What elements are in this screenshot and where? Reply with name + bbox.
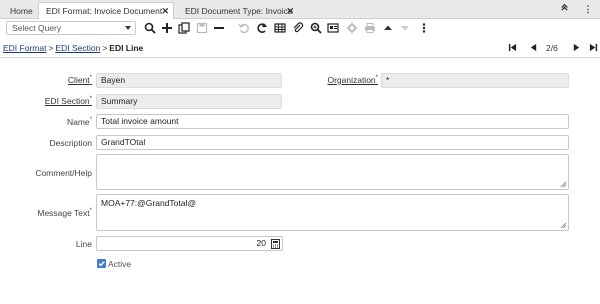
tab-edi-document-type[interactable]: EDI Document Type: Invoice ✕ <box>177 2 299 19</box>
resize-grip-icon[interactable] <box>560 181 567 188</box>
next-record-icon[interactable] <box>399 22 411 34</box>
copy-record-icon[interactable] <box>178 22 190 34</box>
breadcrumb-separator: > <box>102 43 108 53</box>
save-icon[interactable] <box>196 22 208 34</box>
comment-help-field[interactable] <box>96 154 569 190</box>
next-icon[interactable] <box>572 43 581 53</box>
line-value: 20 <box>256 238 266 248</box>
first-record-icon[interactable] <box>508 43 517 53</box>
attachment-icon[interactable] <box>292 22 304 34</box>
organization-field[interactable]: * <box>381 73 569 88</box>
close-icon[interactable]: ✕ <box>286 3 294 19</box>
organization-value: * <box>386 75 390 85</box>
tab-edi-format-label: EDI Format: Invoice Document <box>46 6 163 16</box>
organization-label[interactable]: Organization* <box>327 75 378 85</box>
undo-icon[interactable] <box>238 22 250 34</box>
name-field[interactable]: Total invoice amount <box>96 114 569 129</box>
delete-icon[interactable] <box>213 22 225 34</box>
last-record-icon[interactable] <box>589 43 598 53</box>
divider <box>0 57 600 58</box>
refresh-icon[interactable] <box>256 22 268 34</box>
tab-home[interactable]: Home <box>2 2 36 19</box>
line-field[interactable]: 20 <box>96 236 283 251</box>
previous-icon[interactable] <box>529 43 538 53</box>
tab-edi-document-type-label: EDI Document Type: Invoice <box>185 6 293 16</box>
record-count: 2/6 <box>546 43 558 53</box>
edi-section-label[interactable]: EDI Section* <box>45 96 92 106</box>
description-value: GrandTOtal <box>101 137 146 147</box>
client-value: Bayen <box>101 75 126 85</box>
report-icon[interactable] <box>327 22 339 34</box>
collapse-icon[interactable] <box>552 0 576 19</box>
breadcrumb-edi-section[interactable]: EDI Section <box>55 43 100 53</box>
description-label: Description <box>49 138 92 148</box>
name-value: Total invoice amount <box>101 116 179 126</box>
comment-help-label: Comment/Help <box>35 168 92 178</box>
more-icon[interactable] <box>418 22 430 34</box>
message-text-field[interactable]: MOA+77:@GrandTotal@ <box>96 194 569 231</box>
chevron-down-icon <box>125 26 131 30</box>
tab-home-label: Home <box>10 6 33 16</box>
previous-record-icon[interactable] <box>382 22 394 34</box>
name-label: Name* <box>66 117 92 127</box>
active-checkbox[interactable] <box>97 259 106 268</box>
close-icon[interactable]: ✕ <box>161 3 169 19</box>
client-field[interactable]: Bayen <box>96 73 282 88</box>
process-icon[interactable] <box>346 22 358 34</box>
client-label[interactable]: Client* <box>68 75 92 85</box>
message-text-label: Message Text* <box>37 208 92 218</box>
breadcrumb-edi-format[interactable]: EDI Format <box>3 43 46 53</box>
resize-grip-icon[interactable] <box>560 222 567 229</box>
new-record-icon[interactable] <box>161 22 173 34</box>
query-placeholder: Select Query <box>12 23 62 33</box>
toolbar: Select Query <box>0 19 600 38</box>
calculator-icon[interactable] <box>271 239 280 249</box>
grid-toggle-icon[interactable] <box>274 22 286 34</box>
line-label: Line <box>75 239 92 249</box>
edi-section-value: Summary <box>101 96 138 106</box>
search-icon[interactable] <box>144 22 156 34</box>
active-label: Active <box>108 259 132 269</box>
window-tab-bar: Home EDI Format: Invoice Document ✕ EDI … <box>0 0 600 20</box>
tab-edi-format[interactable]: EDI Format: Invoice Document ✕ <box>38 2 174 20</box>
window-menu-icon[interactable]: ⋮ <box>576 0 600 19</box>
edi-section-field[interactable]: Summary <box>96 94 282 109</box>
print-icon[interactable] <box>364 22 376 34</box>
message-text-value: MOA+77:@GrandTotal@ <box>101 198 196 208</box>
query-select[interactable]: Select Query <box>6 21 136 35</box>
breadcrumb-current: EDI Line <box>109 43 144 53</box>
description-field[interactable]: GrandTOtal <box>96 135 569 150</box>
zoom-across-icon[interactable] <box>310 22 322 34</box>
breadcrumb: EDI Format > EDI Section > EDI Line <box>3 42 143 54</box>
